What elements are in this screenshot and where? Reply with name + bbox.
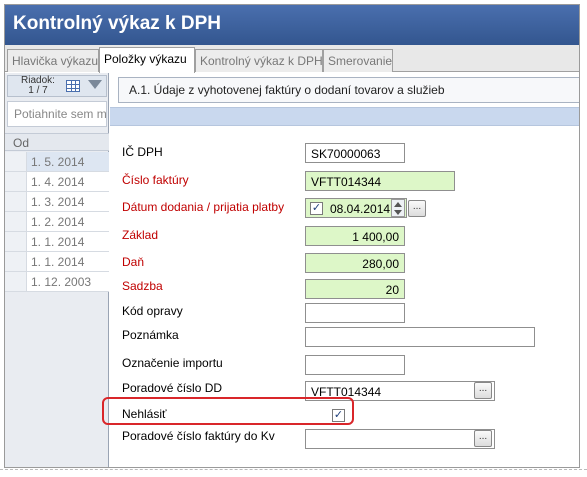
oznacenie-importu-field[interactable] — [305, 355, 405, 375]
ic-dph-label: IČ DPH — [122, 145, 163, 159]
highlight-annotation — [102, 397, 354, 425]
tab-strip: Hlavička výkazu Položky výkazu Kontrolný… — [5, 45, 579, 73]
cislo-faktury-field[interactable]: VFTT014344 — [305, 171, 455, 191]
kod-opravy-label: Kód opravy — [122, 304, 183, 318]
date-spinner[interactable] — [391, 199, 405, 217]
poradove-cislo-faktury-kv-button[interactable]: ... — [474, 430, 492, 447]
datum-dodania-checkbox[interactable]: ✓ — [310, 202, 323, 215]
list-item[interactable]: 1. 1. 2014 — [5, 232, 109, 252]
screenshot-edge — [0, 469, 587, 470]
poradove-cislo-faktury-kv-field[interactable] — [305, 429, 495, 449]
spin-up-icon[interactable] — [394, 202, 402, 207]
zaklad-field[interactable]: 1 400,00 — [305, 226, 405, 246]
tab-hlavicka[interactable]: Hlavička výkazu — [7, 49, 99, 72]
list-item[interactable]: 1. 3. 2014 — [5, 192, 109, 212]
list-item[interactable]: 1. 2. 2014 — [5, 212, 109, 232]
grid-icon[interactable] — [66, 80, 80, 92]
spin-down-icon[interactable] — [394, 210, 402, 215]
dan-field[interactable]: 280,00 — [305, 253, 405, 273]
tab-smerovanie[interactable]: Smerovanie — [323, 49, 393, 72]
window-title: Kontrolný výkaz k DPH — [5, 5, 579, 45]
tab-polozky[interactable]: Položky výkazu — [99, 47, 195, 73]
poznamka-field[interactable] — [305, 327, 535, 347]
dan-label: Daň — [122, 255, 145, 269]
tab-kontrolny-vykaz[interactable]: Kontrolný výkaz k DPH — [195, 49, 323, 72]
kod-opravy-field[interactable] — [305, 303, 405, 323]
poznamka-label: Poznámka — [122, 328, 179, 342]
section-title: A.1. Údaje z vyhotovenej faktúry o dodan… — [118, 77, 579, 103]
ic-dph-field[interactable]: SK70000063 — [305, 143, 405, 163]
list-item[interactable]: 1. 4. 2014 — [5, 172, 109, 192]
poradove-cislo-faktury-kv-label: Poradové číslo faktúry do Kv — [122, 429, 275, 443]
sadzba-label: Sadzba — [122, 279, 163, 293]
list-item[interactable]: 1. 5. 2014 — [5, 152, 109, 172]
poradove-cislo-dd-button[interactable]: ... — [474, 382, 492, 399]
group-by-area[interactable]: Potiahnite sem m — [7, 101, 107, 127]
column-header-od[interactable]: Od — [5, 133, 109, 151]
zaklad-label: Základ — [122, 228, 159, 242]
poradove-cislo-dd-label: Poradové číslo DD — [122, 381, 223, 395]
datum-dodania-label: Dátum dodania / prijatia platby — [122, 200, 285, 214]
row-counter-value: 1 / 7 — [28, 85, 48, 96]
sadzba-field[interactable]: 20 — [305, 279, 405, 299]
left-panel: Riadok: 1 / 7 Potiahnite sem m Od 1. 5. … — [5, 73, 109, 467]
filter-icon[interactable] — [88, 80, 102, 89]
oznacenie-importu-label: Označenie importu — [122, 356, 223, 370]
list-item[interactable]: 1. 12. 2003 — [5, 272, 109, 292]
section-bar — [110, 107, 579, 126]
cislo-faktury-label: Číslo faktúry — [122, 173, 189, 187]
row-counter: Riadok: 1 / 7 — [7, 75, 107, 97]
date-picker-button[interactable]: ... — [408, 200, 426, 217]
list-item[interactable]: 1. 1. 2014 — [5, 252, 109, 272]
